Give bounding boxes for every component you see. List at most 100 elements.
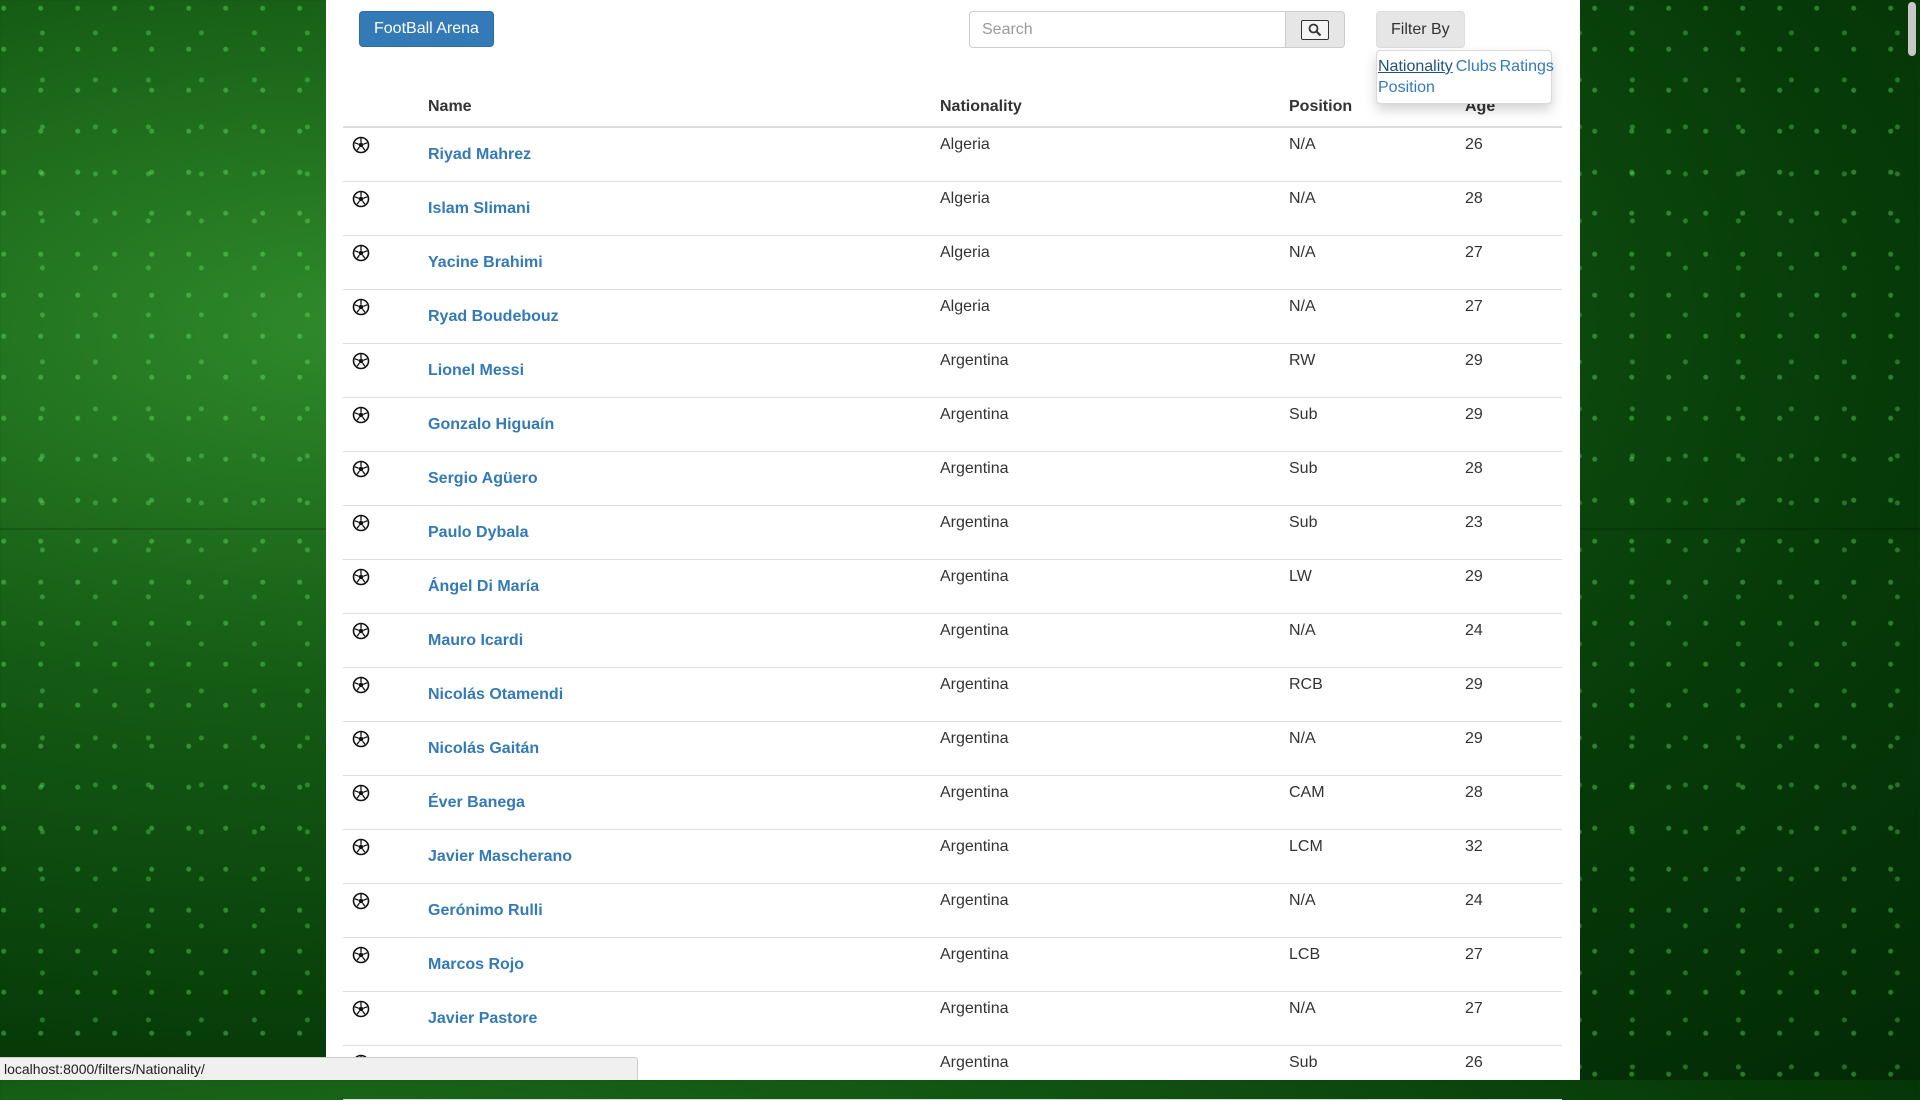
player-name-link[interactable]: Riyad Mahrez bbox=[428, 146, 531, 163]
position-cell: N/A bbox=[1281, 235, 1457, 290]
player-name-link[interactable]: Lionel Messi bbox=[428, 362, 524, 379]
position-cell: N/A bbox=[1281, 721, 1457, 776]
soccer-ball-icon bbox=[352, 1000, 370, 1018]
player-name-cell: Islam Slimani bbox=[420, 181, 932, 236]
soccer-ball-icon bbox=[352, 838, 370, 856]
search-icon bbox=[1301, 19, 1329, 40]
position-cell: CAM bbox=[1281, 775, 1457, 830]
age-cell: 29 bbox=[1457, 721, 1562, 776]
soccer-ball-icon bbox=[352, 622, 370, 640]
player-name-link[interactable]: Gonzalo Higuaín bbox=[428, 416, 554, 433]
filter-option-position[interactable]: Position bbox=[1378, 79, 1435, 96]
age-cell: 28 bbox=[1457, 451, 1562, 506]
nationality-cell: Argentina bbox=[932, 721, 1281, 776]
header-nationality: Nationality bbox=[932, 88, 1281, 128]
search-input[interactable] bbox=[969, 11, 1285, 48]
search-form bbox=[969, 11, 1345, 48]
age-cell: 27 bbox=[1457, 937, 1562, 992]
row-icon-cell bbox=[343, 235, 420, 290]
nationality-cell: Argentina bbox=[932, 1045, 1281, 1100]
scrollbar[interactable] bbox=[1906, 0, 1918, 1080]
age-cell: 28 bbox=[1457, 181, 1562, 236]
player-name-link[interactable]: Javier Pastore bbox=[428, 1010, 537, 1027]
header-name: Name bbox=[420, 88, 932, 128]
row-icon-cell bbox=[343, 343, 420, 398]
table-row: Paulo Dybala Argentina Sub 23 bbox=[343, 505, 1562, 560]
age-cell: 29 bbox=[1457, 559, 1562, 614]
player-name-link[interactable]: Islam Slimani bbox=[428, 200, 530, 217]
position-cell: Sub bbox=[1281, 1045, 1457, 1100]
position-cell: N/A bbox=[1281, 883, 1457, 938]
brand-button[interactable]: FootBall Arena bbox=[359, 11, 494, 47]
age-cell: 23 bbox=[1457, 505, 1562, 560]
soccer-ball-icon bbox=[352, 244, 370, 262]
table-row: Yacine Brahimi Algeria N/A 27 bbox=[343, 235, 1562, 290]
soccer-ball-icon bbox=[352, 406, 370, 424]
table-row: Nicolás Otamendi Argentina RCB 29 bbox=[343, 667, 1562, 722]
soccer-ball-icon bbox=[352, 946, 370, 964]
age-cell: 29 bbox=[1457, 343, 1562, 398]
player-name-link[interactable]: Paulo Dybala bbox=[428, 524, 528, 541]
player-name-cell: Riyad Mahrez bbox=[420, 127, 932, 182]
nationality-cell: Argentina bbox=[932, 343, 1281, 398]
soccer-ball-icon bbox=[352, 568, 370, 586]
table-row: Éver Banega Argentina CAM 28 bbox=[343, 775, 1562, 830]
soccer-ball-icon bbox=[352, 460, 370, 478]
table-row: Islam Slimani Algeria N/A 28 bbox=[343, 181, 1562, 236]
player-name-cell: Éver Banega bbox=[420, 775, 932, 830]
soccer-ball-icon bbox=[352, 892, 370, 910]
row-icon-cell bbox=[343, 505, 420, 560]
nationality-cell: Argentina bbox=[932, 991, 1281, 1046]
table-row: Ángel Di María Argentina LW 29 bbox=[343, 559, 1562, 614]
player-name-link[interactable]: Ángel Di María bbox=[428, 578, 539, 595]
age-cell: 29 bbox=[1457, 667, 1562, 722]
soccer-ball-icon bbox=[352, 676, 370, 694]
player-name-link[interactable]: Sergio Agüero bbox=[428, 470, 538, 487]
filter-option-clubs[interactable]: Clubs bbox=[1456, 58, 1497, 75]
position-cell: LCM bbox=[1281, 829, 1457, 884]
row-icon-cell bbox=[343, 829, 420, 884]
scrollbar-thumb[interactable] bbox=[1908, 2, 1916, 56]
player-name-cell: Yacine Brahimi bbox=[420, 235, 932, 290]
row-icon-cell bbox=[343, 883, 420, 938]
nationality-cell: Argentina bbox=[932, 505, 1281, 560]
main-container: FootBall Arena Filter By NationalityClub… bbox=[326, 0, 1580, 1100]
player-name-link[interactable]: Nicolás Gaitán bbox=[428, 740, 539, 757]
player-name-cell: Lionel Messi bbox=[420, 343, 932, 398]
row-icon-cell bbox=[343, 721, 420, 776]
player-name-link[interactable]: Ryad Boudebouz bbox=[428, 308, 559, 325]
soccer-ball-icon bbox=[352, 190, 370, 208]
nationality-cell: Argentina bbox=[932, 613, 1281, 668]
nationality-cell: Algeria bbox=[932, 235, 1281, 290]
age-cell: 32 bbox=[1457, 829, 1562, 884]
player-name-cell: Ryad Boudebouz bbox=[420, 289, 932, 344]
search-button[interactable] bbox=[1285, 11, 1345, 48]
filter-option-ratings[interactable]: Ratings bbox=[1500, 58, 1554, 75]
filter-by-button[interactable]: Filter By bbox=[1376, 11, 1465, 48]
soccer-ball-icon bbox=[352, 352, 370, 370]
filter-option-nationality[interactable]: Nationality bbox=[1378, 58, 1453, 75]
age-cell: 24 bbox=[1457, 883, 1562, 938]
player-name-link[interactable]: Éver Banega bbox=[428, 794, 525, 811]
player-name-link[interactable]: Gerónimo Rulli bbox=[428, 902, 543, 919]
soccer-ball-icon bbox=[352, 136, 370, 154]
position-cell: Sub bbox=[1281, 397, 1457, 452]
position-cell: Sub bbox=[1281, 505, 1457, 560]
filter-dropdown-menu: Nationality Clubs Ratings Position bbox=[1376, 50, 1554, 104]
player-name-link[interactable]: Mauro Icardi bbox=[428, 632, 523, 649]
soccer-ball-icon bbox=[352, 730, 370, 748]
player-name-link[interactable]: Yacine Brahimi bbox=[428, 254, 543, 271]
nationality-cell: Argentina bbox=[932, 937, 1281, 992]
player-name-link[interactable]: Nicolás Otamendi bbox=[428, 686, 563, 703]
table-row: Riyad Mahrez Algeria N/A 26 bbox=[343, 127, 1562, 182]
table-row: Mauro Icardi Argentina N/A 24 bbox=[343, 613, 1562, 668]
player-name-link[interactable]: Javier Mascherano bbox=[428, 848, 572, 865]
age-cell: 26 bbox=[1457, 1045, 1562, 1100]
age-cell: 26 bbox=[1457, 127, 1562, 182]
nationality-cell: Argentina bbox=[932, 451, 1281, 506]
player-name-link[interactable]: Marcos Rojo bbox=[428, 956, 524, 973]
nationality-cell: Argentina bbox=[932, 397, 1281, 452]
age-cell: 27 bbox=[1457, 991, 1562, 1046]
row-icon-cell bbox=[343, 991, 420, 1046]
player-name-cell: Gerónimo Rulli bbox=[420, 883, 932, 938]
